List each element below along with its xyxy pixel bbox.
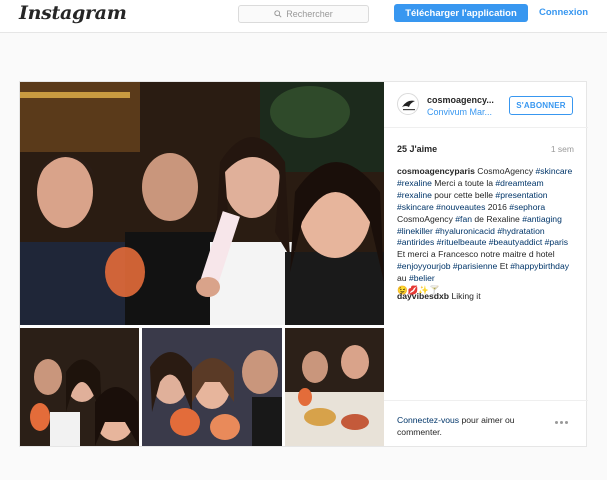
hashtag[interactable]: #hyaluronicacid: [435, 226, 495, 236]
more-options-icon[interactable]: [555, 418, 573, 426]
top-navigation-bar: Instagram Rechercher Télécharger l'appli…: [0, 0, 607, 33]
hashtag[interactable]: #presentation: [495, 190, 547, 200]
hashtag[interactable]: #nouveautes: [436, 202, 485, 212]
post-photo[interactable]: [20, 82, 384, 446]
hashtag[interactable]: #linekiller: [397, 226, 433, 236]
comment-text: Liking it: [449, 291, 481, 301]
hashtag[interactable]: #rexaline: [397, 178, 432, 188]
hashtag[interactable]: #rituelbeaute: [437, 237, 487, 247]
login-to-like-link[interactable]: Connectez-vous: [397, 415, 459, 425]
hashtag[interactable]: #sephora: [509, 202, 545, 212]
photo-collage: [20, 82, 384, 446]
avatar-logo-icon: [402, 100, 415, 111]
hashtag[interactable]: #skincare: [536, 166, 573, 176]
post-details-panel: cosmoagency... Convivum Mar... S'ABONNER…: [384, 82, 588, 446]
hashtag[interactable]: #skincare: [397, 202, 434, 212]
hashtag[interactable]: #dreamteam: [495, 178, 543, 188]
bottom-middle-photo: [142, 328, 282, 446]
hashtag[interactable]: #fan: [455, 214, 472, 224]
post-caption: cosmoagencyparis CosmoAgency #skincare #…: [397, 166, 573, 296]
bottom-left-photo: [20, 328, 139, 446]
main-photo-panel: [20, 82, 384, 325]
post-username[interactable]: cosmoagency...: [427, 95, 494, 105]
search-placeholder: Rechercher: [286, 9, 333, 19]
bottom-right-photo: [285, 328, 384, 446]
hashtag[interactable]: #enjoyyourjob: [397, 261, 451, 271]
hashtag[interactable]: #parisienne: [453, 261, 497, 271]
hashtag[interactable]: #rexaline: [397, 190, 432, 200]
comment-item: dayvibesdxb Liking it: [397, 291, 577, 301]
hashtag[interactable]: #paris: [545, 237, 568, 247]
post-timestamp[interactable]: 1 sem: [551, 144, 574, 154]
profile-avatar[interactable]: [397, 93, 419, 115]
download-app-button[interactable]: Télécharger l'application: [394, 4, 528, 22]
instagram-logo[interactable]: Instagram: [19, 2, 127, 24]
hashtag[interactable]: #belier: [409, 273, 435, 283]
post-footer: Connectez-vous pour aimer ou commenter.: [384, 400, 588, 446]
search-box[interactable]: Rechercher: [238, 5, 369, 23]
hashtag[interactable]: #beautyaddict: [489, 237, 543, 247]
likes-count[interactable]: 25 J'aime: [397, 144, 437, 154]
post-location[interactable]: Convivum Mar...: [427, 107, 492, 117]
search-icon: [274, 10, 282, 18]
login-link[interactable]: Connexion: [539, 7, 588, 18]
post-card: cosmoagency... Convivum Mar... S'ABONNER…: [19, 81, 588, 447]
caption-author[interactable]: cosmoagencyparis: [397, 166, 475, 176]
hashtag[interactable]: #antirides: [397, 237, 434, 247]
comment-author[interactable]: dayvibesdxb: [397, 291, 449, 301]
hashtag[interactable]: #hydratation: [497, 226, 544, 236]
hashtag[interactable]: #antiaging: [522, 214, 562, 224]
login-prompt: Connectez-vous pour aimer ou commenter.: [397, 415, 515, 437]
follow-button[interactable]: S'ABONNER: [509, 96, 573, 115]
hashtag[interactable]: #happybirthday: [510, 261, 569, 271]
post-header: cosmoagency... Convivum Mar... S'ABONNER: [384, 82, 588, 128]
